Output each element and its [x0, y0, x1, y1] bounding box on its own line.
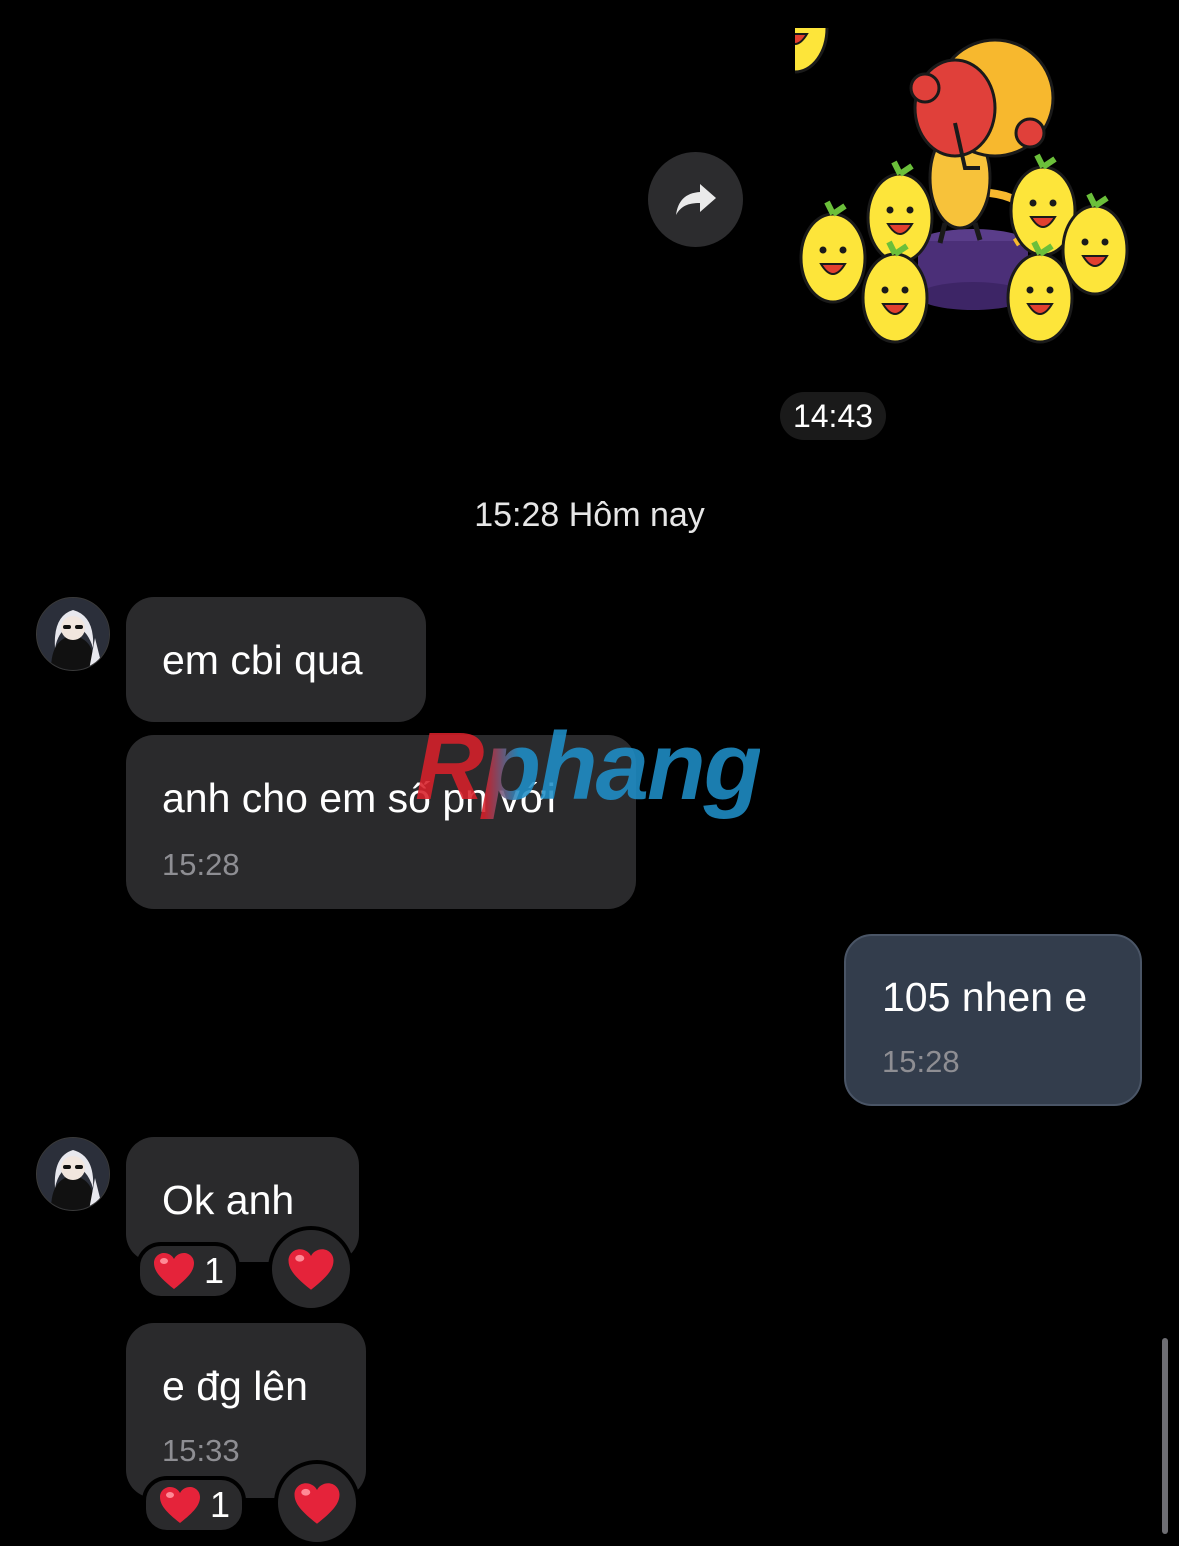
scrollbar[interactable] — [1162, 1338, 1168, 1534]
message-bubble-incoming[interactable]: em cbi qua — [126, 597, 426, 722]
reaction-count: 1 — [204, 1250, 225, 1291]
heart-icon — [154, 1253, 194, 1289]
reaction-count-pill[interactable]: 1 — [136, 1242, 241, 1300]
heart-icon — [288, 1248, 334, 1290]
message-time: 15:33 — [162, 1433, 240, 1468]
reaction-count-pill[interactable]: 1 — [142, 1476, 247, 1534]
date-divider-label: 15:28 Hôm nay — [474, 496, 705, 534]
react-heart-button[interactable] — [274, 1460, 360, 1546]
message-time: 15:28 — [882, 1044, 960, 1079]
watermark-logo: Rphang — [415, 713, 762, 820]
heart-icon — [294, 1482, 340, 1524]
sticker-time-badge: 14:43 — [780, 392, 886, 440]
sticker-image[interactable] — [795, 28, 1140, 363]
heart-icon — [160, 1487, 200, 1523]
forward-button[interactable] — [648, 152, 743, 247]
message-bubble-outgoing[interactable]: 105 nhen e 15:28 — [844, 934, 1142, 1106]
react-heart-button[interactable] — [268, 1226, 354, 1312]
message-text: 105 nhen e — [882, 974, 1088, 1020]
sticker-time: 14:43 — [792, 398, 874, 434]
message-time: 15:28 — [162, 847, 240, 882]
message-text: e đg lên — [162, 1363, 308, 1409]
date-divider: 15:28 Hôm nay — [0, 496, 1179, 535]
message-text: Ok anh — [162, 1177, 295, 1223]
message-text: em cbi qua — [162, 637, 363, 683]
avatar[interactable] — [36, 1137, 110, 1211]
forward-arrow-icon — [675, 183, 716, 215]
reaction-count: 1 — [210, 1484, 231, 1525]
avatar-image — [37, 598, 109, 670]
avatar-image — [37, 1138, 109, 1210]
avatar[interactable] — [36, 597, 110, 671]
